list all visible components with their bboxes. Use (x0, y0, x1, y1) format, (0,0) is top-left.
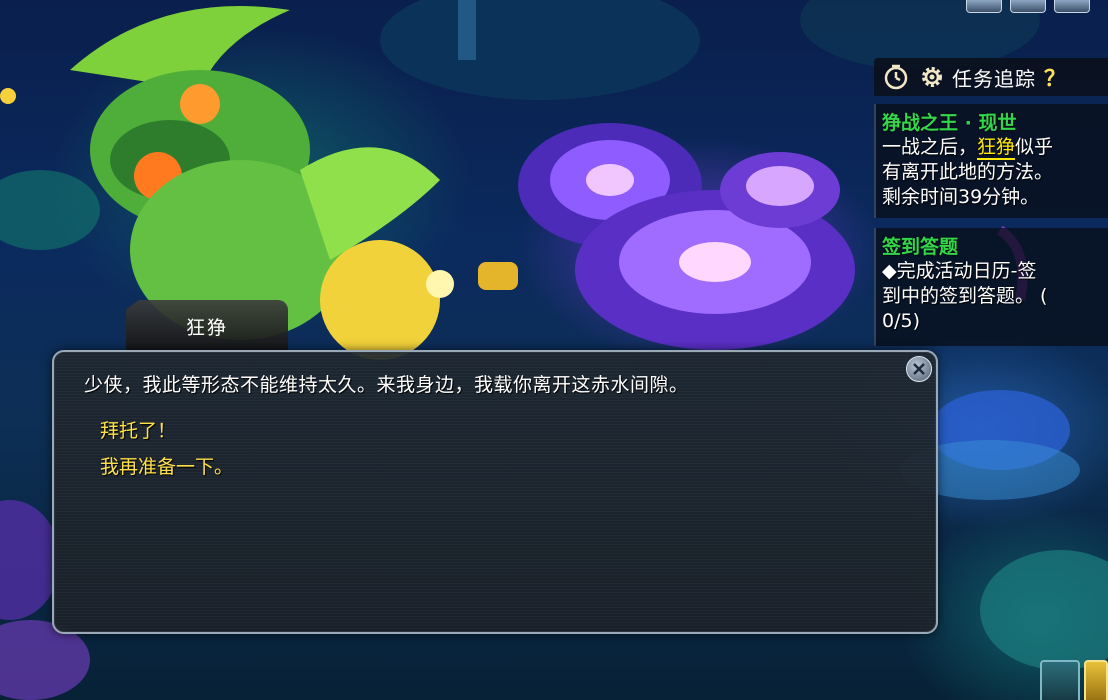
quest-description-line: 有离开此地的方法。 (882, 161, 1054, 183)
menu-button[interactable] (1084, 660, 1108, 700)
bottom-right-buttons (1040, 660, 1108, 700)
game-scene: 任务追踪 ？ 狰战之王 · 现世 一战之后，狂狰似乎 有离开此地的方法。 剩余时… (0, 0, 1108, 700)
gear-icon[interactable] (918, 63, 946, 91)
task-tracker-title: 任务追踪 (952, 66, 1036, 91)
npc-name: 狂狰 (185, 316, 228, 339)
toolbar-button-3[interactable] (1054, 0, 1090, 13)
npc-dialog-text: 少侠，我此等形态不能维持太久。来我身边，我载你离开这赤水间隙。 (84, 374, 689, 396)
timer-icon[interactable] (882, 63, 910, 91)
quest-title[interactable]: 狰战之王 · 现世 (876, 104, 1108, 135)
dialog-option-accept[interactable]: 拜托了！ (100, 416, 176, 443)
npc-name-tag: 狂狰 (126, 300, 288, 352)
help-icon[interactable]: ？ (1044, 61, 1066, 93)
character-portrait-button[interactable] (1040, 660, 1080, 700)
quest-description-line: ◆完成活动日历-签 (882, 260, 1037, 282)
task-tracker-header: 任务追踪 ？ (874, 58, 1108, 96)
quest-progress: 0/5) (882, 310, 920, 332)
npc-dialog-panel: 少侠，我此等形态不能维持太久。来我身边，我载你离开这赤水间隙。 拜托了！ 我再准… (52, 350, 938, 634)
quest-time-remaining: 剩余时间39分钟。 (882, 186, 1040, 208)
quest-entry[interactable]: 签到答题 ◆完成活动日历-签 到中的签到答题。 ( 0/5) (874, 228, 1108, 346)
quest-npc-link[interactable]: 狂狰 (977, 136, 1016, 160)
top-toolbar (966, 0, 1090, 13)
toolbar-button-2[interactable] (1010, 0, 1046, 13)
dialog-option-prepare[interactable]: 我再准备一下。 (100, 452, 233, 479)
quest-title[interactable]: 签到答题 (876, 228, 1108, 259)
quest-description-line: 到中的签到答题。 ( (882, 285, 1048, 307)
close-icon[interactable] (906, 356, 932, 382)
purple-flower-right (720, 152, 840, 228)
toolbar-button-1[interactable] (966, 0, 1002, 13)
quest-description-line: 一战之后，狂狰似乎 (882, 136, 1054, 160)
quest-entry[interactable]: 狰战之王 · 现世 一战之后，狂狰似乎 有离开此地的方法。 剩余时间39分钟。 (874, 104, 1108, 218)
